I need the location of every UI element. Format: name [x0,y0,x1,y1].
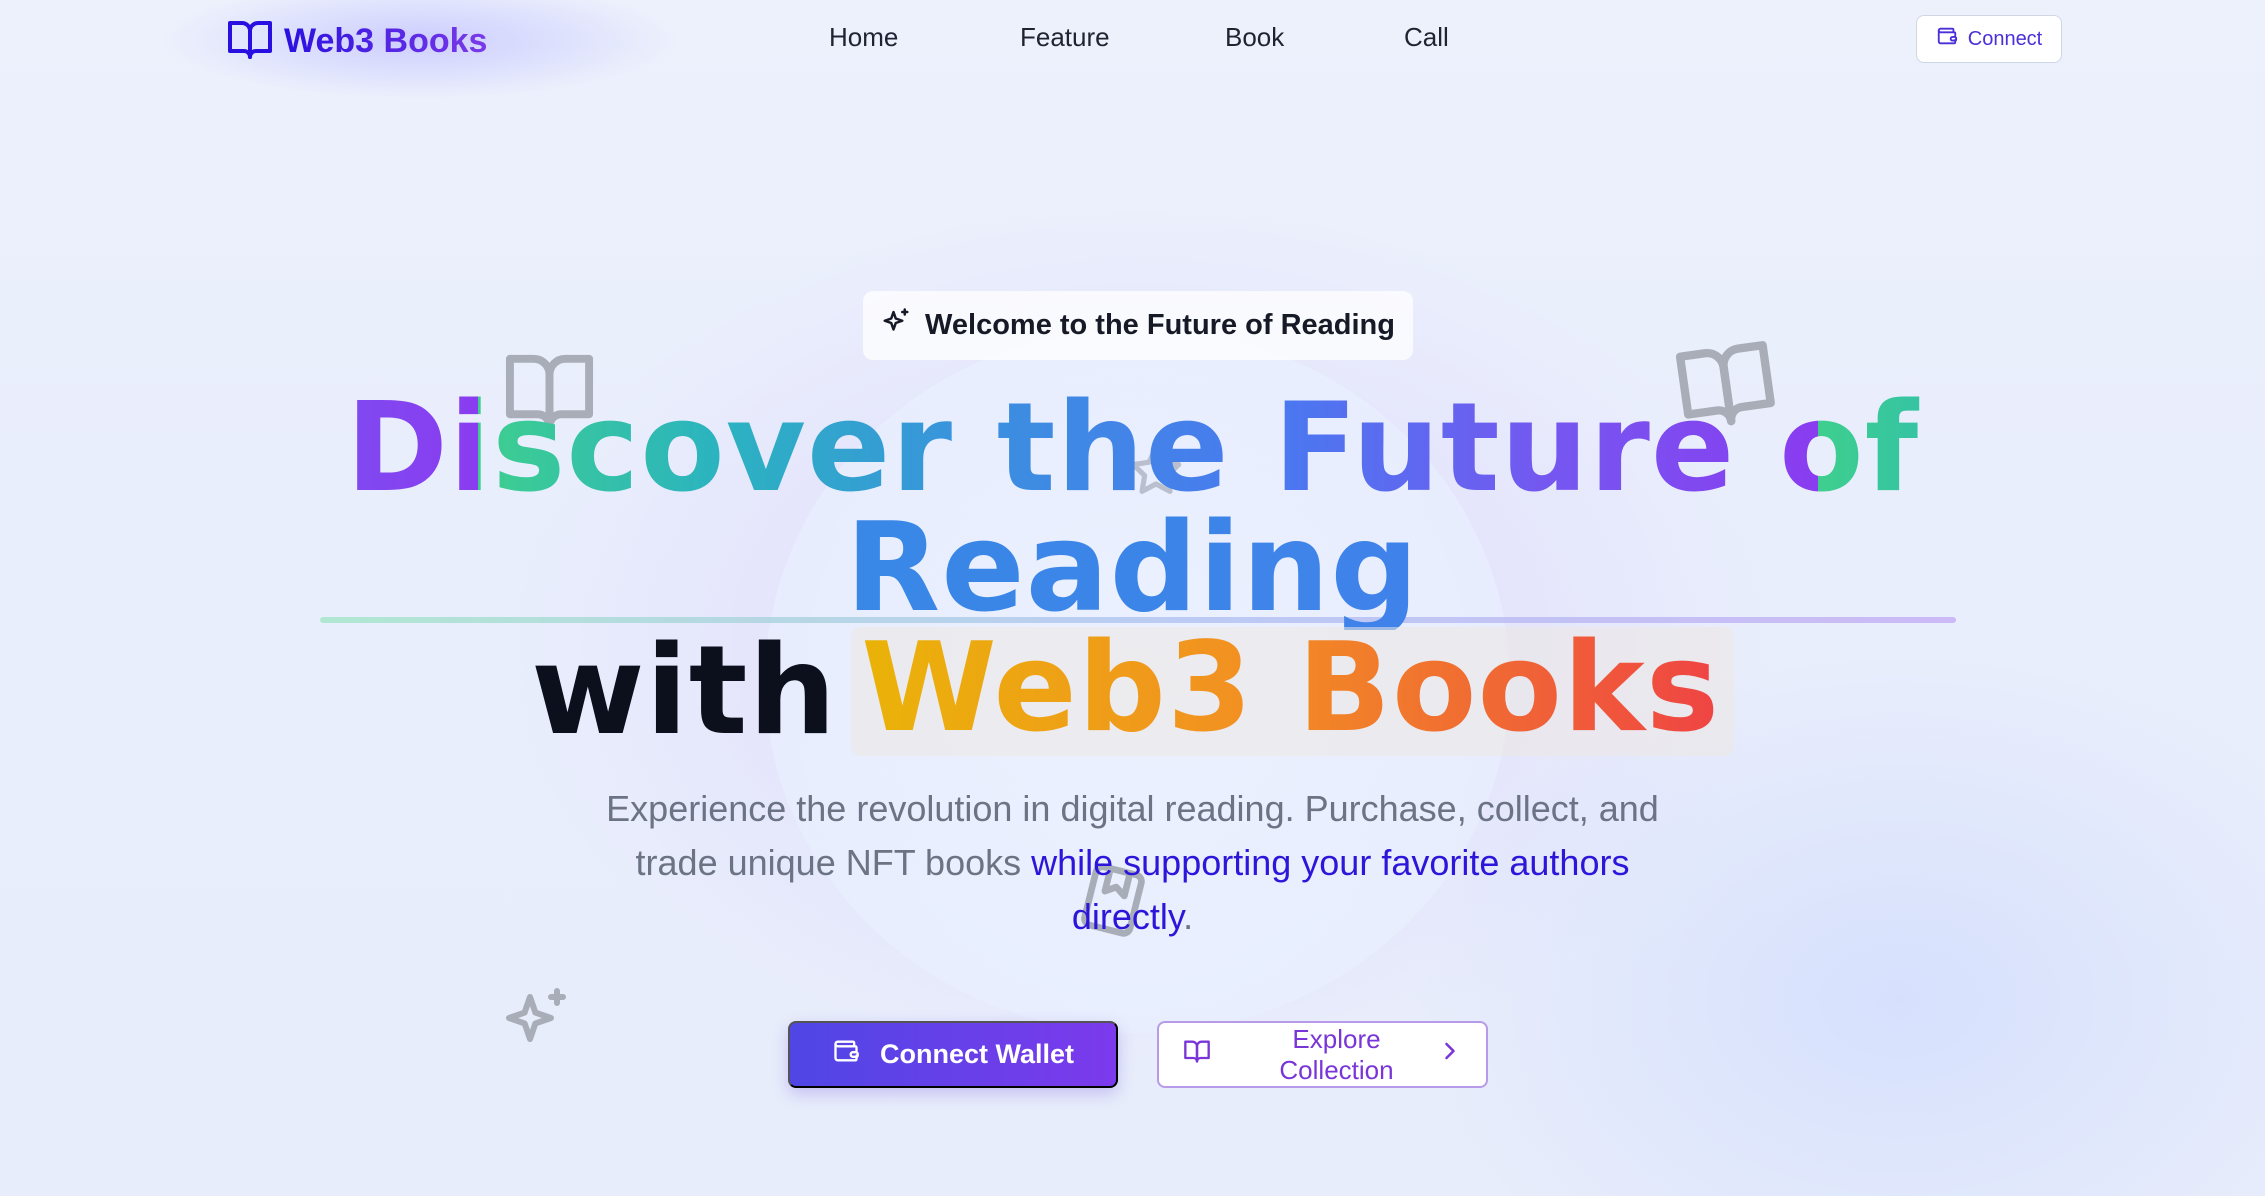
welcome-badge: Welcome to the Future of Reading [863,291,1413,360]
explore-collection-button[interactable]: Explore Collection [1157,1021,1488,1088]
open-book-icon [1183,1037,1211,1072]
connect-wallet-label: Connect Wallet [879,1039,1074,1069]
headline-line-1: Discover the Future of [0,387,2265,510]
explore-collection-label: Explore Collection [1279,1023,1394,1085]
subtitle-highlight: while supporting your favorite authors d… [1031,842,1630,937]
welcome-badge-text: Welcome to the Future of Reading [925,309,1395,341]
subtitle-period: . [1183,896,1194,937]
connect-wallet-button[interactable]: Connect Wallet [788,1021,1118,1088]
chevron-right-icon [1436,1037,1464,1072]
connect-button-label: Connect [1967,27,2043,50]
headline-line-3: with Web3 Books [0,627,2265,756]
headline-with: with [530,620,838,763]
sparkles-icon [881,307,911,345]
logo-text: Web3 Books [284,21,488,60]
top-navigation: Web3 Books Home Feature Book Call Connec… [0,0,2265,80]
headline-brand: Web3 Books [861,617,1721,760]
connect-button[interactable]: Connect [1916,15,2062,63]
nav-link-home[interactable]: Home [829,22,898,53]
open-book-icon [226,15,274,67]
logo-link[interactable]: Web3 Books [226,15,487,67]
wallet-icon [1936,25,1958,53]
headline-brand-highlight: Web3 Books [851,627,1735,756]
hero-subtitle: Experience the revolution in digital rea… [600,782,1665,944]
nav-link-feature[interactable]: Feature [1020,22,1110,53]
nav-link-book[interactable]: Book [1225,22,1284,53]
wallet-icon [832,1037,860,1072]
floating-sparkles-icon [500,985,572,1057]
headline-line-2: Reading [0,507,2265,630]
nav-link-call[interactable]: Call [1404,22,1449,53]
